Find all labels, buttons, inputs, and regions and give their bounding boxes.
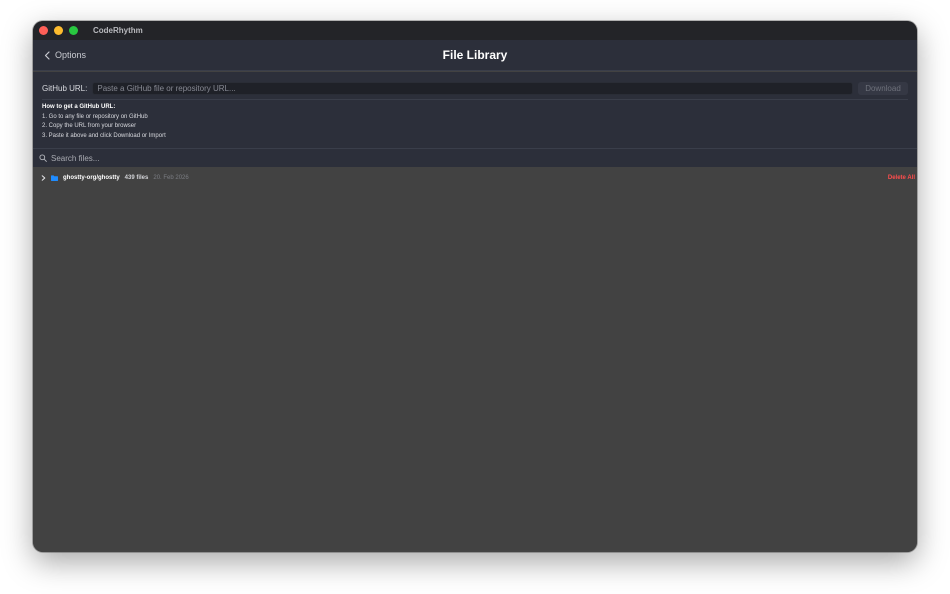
howto-instructions: How to get a GitHub URL: 1. Go to any fi… <box>42 103 166 141</box>
howto-title: How to get a GitHub URL: <box>42 104 116 110</box>
panel-divider <box>42 99 908 100</box>
chevron-right-icon[interactable] <box>41 175 46 181</box>
repo-name: ghostty-org/ghostty <box>63 175 120 181</box>
folder-icon <box>51 175 58 181</box>
github-url-panel: GitHub URL: Download How to get a GitHub… <box>33 72 917 149</box>
page-title: File Library <box>442 48 508 62</box>
window-controls <box>39 26 78 35</box>
repo-file-count: 439 files <box>124 175 149 181</box>
search-input[interactable] <box>51 151 917 165</box>
github-url-input[interactable] <box>92 81 853 95</box>
howto-step: 2. Copy the URL from your browser <box>42 123 137 130</box>
delete-all-button[interactable]: Delete All <box>888 175 915 181</box>
close-window-button[interactable] <box>39 26 48 35</box>
zoom-window-button[interactable] <box>69 26 78 35</box>
url-row: GitHub URL: Download <box>42 81 908 95</box>
app-title: CodeRhythm <box>93 26 143 35</box>
minimize-window-button[interactable] <box>54 26 63 35</box>
repo-date: 20. Feb 2026 <box>153 175 189 181</box>
title-bar[interactable]: CodeRhythm <box>33 21 917 40</box>
howto-step: 1. Go to any file or repository on GitHu… <box>42 113 148 120</box>
repo-row[interactable]: ghostty-org/ghostty 439 files 20. Feb 20… <box>33 173 917 183</box>
howto-step: 3. Paste it above and click Download or … <box>42 132 166 139</box>
search-bar <box>33 149 917 167</box>
file-list: ghostty-org/ghostty 439 files 20. Feb 20… <box>33 167 917 552</box>
app-window: CodeRhythm Options File Library GitHub U… <box>33 21 917 552</box>
download-button[interactable]: Download <box>858 81 908 95</box>
page-header: Options File Library <box>33 40 917 71</box>
search-icon <box>39 154 47 162</box>
github-url-label: GitHub URL: <box>42 83 88 93</box>
